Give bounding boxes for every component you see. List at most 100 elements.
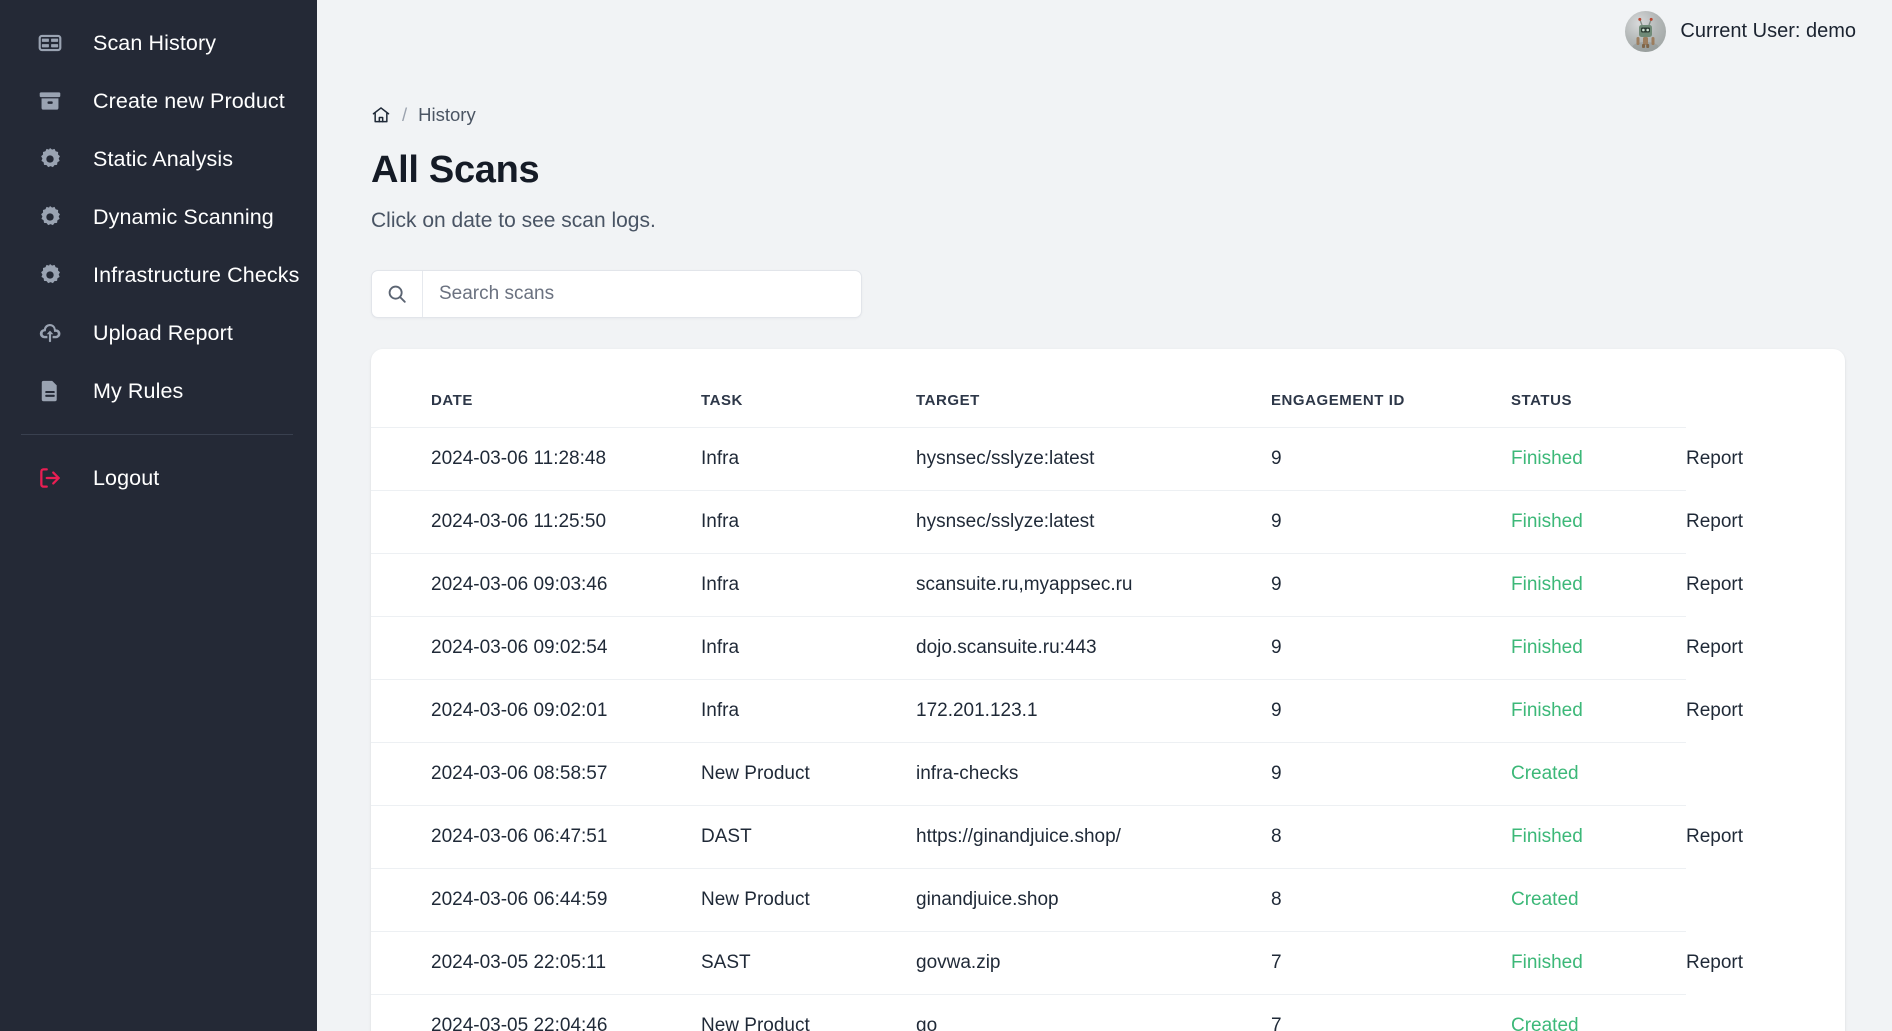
- page-content: / History All Scans Click on date to see…: [317, 104, 1892, 1031]
- column-header-report: [1686, 349, 1845, 428]
- scan-date-link[interactable]: 2024-03-06 09:02:01: [431, 700, 607, 721]
- scan-engagement-id: 9: [1271, 574, 1282, 595]
- scan-date-link[interactable]: 2024-03-06 09:03:46: [431, 574, 607, 595]
- archive-box-icon: [36, 87, 64, 115]
- sidebar-nav-list: Scan History Create new Product Static Ana…: [0, 14, 317, 420]
- column-header-task: TASK: [701, 392, 743, 409]
- scan-engagement-id: 9: [1271, 511, 1282, 532]
- sidebar-item-logout[interactable]: Logout: [0, 449, 317, 507]
- status-badge: Created: [1511, 1015, 1579, 1031]
- table-row: 2024-03-06 11:28:48 Infra hysnsec/sslyze:l…: [371, 427, 1845, 491]
- avatar: [1625, 10, 1667, 52]
- scan-date-link[interactable]: 2024-03-06 11:28:48: [431, 448, 606, 469]
- scan-date-link[interactable]: 2024-03-05 22:05:11: [431, 952, 606, 973]
- scan-engagement-id: 8: [1271, 826, 1282, 847]
- main-area: Current User: demo / History All Scans C…: [317, 0, 1892, 1031]
- scan-date-link[interactable]: 2024-03-06 08:58:57: [431, 763, 607, 784]
- scans-table-body: 2024-03-06 11:28:48 Infra hysnsec/sslyze:l…: [371, 427, 1845, 1031]
- scan-task: New Product: [701, 1015, 810, 1031]
- sidebar-item-label: Logout: [93, 465, 160, 490]
- sidebar-item-create-new-product[interactable]: Create new Product: [0, 72, 317, 130]
- scan-engagement-id: 9: [1271, 448, 1282, 469]
- scan-target: 172.201.123.1: [916, 700, 1038, 721]
- status-badge: Finished: [1511, 952, 1583, 973]
- sidebar-item-static-analysis[interactable]: Static Analysis: [0, 130, 317, 188]
- table-icon: [36, 29, 64, 57]
- scan-target: ginandjuice.shop: [916, 889, 1059, 910]
- scan-engagement-id: 7: [1271, 952, 1282, 973]
- table-row: 2024-03-06 08:58:57 New Product infra-chec…: [371, 742, 1845, 806]
- report-link[interactable]: Report: [1686, 637, 1743, 658]
- page-subtitle: Click on date to see scan logs.: [371, 209, 656, 232]
- document-icon: [36, 377, 64, 405]
- search-icon[interactable]: [372, 271, 423, 317]
- scan-date-link[interactable]: 2024-03-06 06:44:59: [431, 889, 607, 910]
- status-badge: Finished: [1511, 700, 1583, 721]
- scan-target: go: [916, 1015, 938, 1031]
- search-input[interactable]: [423, 271, 861, 317]
- column-header-status: STATUS: [1511, 392, 1573, 409]
- scan-target: hysnsec/sslyze:latest: [916, 448, 1095, 469]
- scan-task: DAST: [701, 826, 752, 847]
- column-header-date: DATE: [431, 392, 473, 409]
- home-icon[interactable]: [371, 105, 391, 125]
- table-row: 2024-03-05 22:04:46 New Product go 7 Created: [371, 994, 1845, 1031]
- sidebar-item-label: Infrastructure Checks: [93, 262, 300, 287]
- scan-task: Infra: [701, 574, 740, 595]
- gear-icon: [36, 203, 64, 231]
- table-row: 2024-03-05 22:05:11 SAST govwa.zip 7 Finishe…: [371, 931, 1845, 995]
- status-badge: Finished: [1511, 574, 1583, 595]
- scan-engagement-id: 8: [1271, 889, 1282, 910]
- scans-table-head: DATE TASK TARGET ENGAGEMENT ID STATUS: [371, 349, 1845, 428]
- current-user[interactable]: Current User: demo: [1625, 10, 1856, 52]
- sidebar-item-my-rules[interactable]: My Rules: [0, 362, 317, 420]
- current-user-label: Current User: demo: [1680, 19, 1856, 42]
- sidebar-item-label: My Rules: [93, 378, 184, 403]
- report-link[interactable]: Report: [1686, 952, 1743, 973]
- status-badge: Finished: [1511, 448, 1583, 469]
- column-header-target: TARGET: [916, 392, 980, 409]
- scan-target: govwa.zip: [916, 952, 1001, 973]
- table-row: 2024-03-06 09:02:54 Infra dojo.scansuite.r…: [371, 616, 1845, 680]
- breadcrumb-item-history[interactable]: History: [418, 104, 476, 126]
- table-row: 2024-03-06 11:25:50 Infra hysnsec/sslyze:l…: [371, 490, 1845, 554]
- search-bar: [371, 270, 862, 318]
- cloud-upload-icon: [36, 319, 64, 347]
- scan-task: Infra: [701, 511, 740, 532]
- report-link[interactable]: Report: [1686, 448, 1743, 469]
- table-row: 2024-03-06 06:44:59 New Product ginandjuic…: [371, 868, 1845, 932]
- scan-target: scansuite.ru,myappsec.ru: [916, 574, 1133, 595]
- gear-icon: [36, 261, 64, 289]
- scan-target: hysnsec/sslyze:latest: [916, 511, 1095, 532]
- scan-date-link[interactable]: 2024-03-06 09:02:54: [431, 637, 607, 658]
- sidebar-item-label: Static Analysis: [93, 146, 234, 171]
- sidebar-item-dynamic-scanning[interactable]: Dynamic Scanning: [0, 188, 317, 246]
- scan-date-link[interactable]: 2024-03-05 22:04:46: [431, 1015, 607, 1031]
- app-root: Scan History Create new Product Static Ana…: [0, 0, 1892, 1031]
- status-badge: Created: [1511, 889, 1579, 910]
- gear-icon: [36, 145, 64, 173]
- scan-task: Infra: [701, 448, 740, 469]
- scan-engagement-id: 7: [1271, 1015, 1282, 1031]
- scan-target: infra-checks: [916, 763, 1019, 784]
- status-badge: Created: [1511, 763, 1579, 784]
- status-badge: Finished: [1511, 637, 1583, 658]
- report-link[interactable]: Report: [1686, 511, 1743, 532]
- scans-table-card: DATE TASK TARGET ENGAGEMENT ID STATUS 20…: [371, 349, 1845, 1031]
- report-link[interactable]: Report: [1686, 826, 1743, 847]
- sidebar-item-infrastructure-checks[interactable]: Infrastructure Checks: [0, 246, 317, 304]
- sidebar-item-label: Dynamic Scanning: [93, 204, 274, 229]
- scan-date-link[interactable]: 2024-03-06 11:25:50: [431, 511, 606, 532]
- table-row: 2024-03-06 06:47:51 DAST https://ginandjui…: [371, 805, 1845, 869]
- sidebar-item-upload-report[interactable]: Upload Report: [0, 304, 317, 362]
- breadcrumb-separator: /: [402, 104, 408, 125]
- sidebar-item-scan-history[interactable]: Scan History: [0, 14, 317, 72]
- scan-task: SAST: [701, 952, 751, 973]
- topbar: Current User: demo: [317, 0, 1892, 62]
- sidebar: Scan History Create new Product Static Ana…: [0, 0, 317, 1031]
- report-link[interactable]: Report: [1686, 574, 1743, 595]
- report-link[interactable]: Report: [1686, 700, 1743, 721]
- logout-icon: [36, 464, 64, 492]
- breadcrumb: / History: [371, 104, 1892, 126]
- scan-date-link[interactable]: 2024-03-06 06:47:51: [431, 826, 607, 847]
